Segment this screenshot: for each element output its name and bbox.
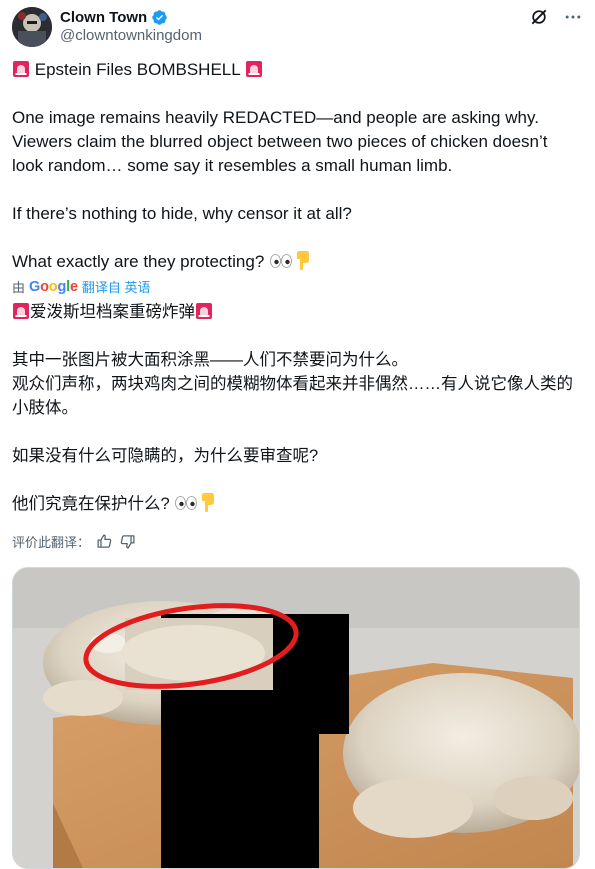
tweet-text: Epstein Files BOMBSHELL One image remain…	[12, 58, 583, 274]
siren-emoji-icon	[13, 303, 29, 319]
siren-emoji-icon	[13, 61, 29, 77]
display-name[interactable]: Clown Town	[60, 9, 147, 26]
eyes-emoji-icon	[175, 496, 198, 510]
verified-badge-icon	[152, 9, 167, 25]
tweet-paragraph-1: One image remains heavily REDACTED—and p…	[12, 108, 553, 175]
translation-prefix: 由	[12, 280, 26, 295]
redacted-photo	[13, 568, 579, 868]
translation-bar: 由 Google 翻译自 英语	[12, 277, 150, 296]
rate-translation-bar: 评价此翻译：	[12, 532, 136, 551]
tweet-paragraph-2: If there’s nothing to hide, why censor i…	[12, 204, 352, 223]
avatar[interactable]	[12, 7, 52, 47]
translated-text: 爱泼斯坦档案重磅炸弹 其中一张图片被大面积涂黑——人们不禁要问为什么。 观众们声…	[12, 300, 583, 516]
siren-emoji-icon	[245, 61, 262, 77]
rate-translation-label: 评价此翻译：	[12, 535, 91, 550]
tweet-header: Clown Town @clowntownkingdom	[12, 4, 583, 47]
thumbs-down-icon[interactable]	[119, 533, 136, 550]
translated-headline: 爱泼斯坦档案重磅炸弹	[30, 303, 195, 321]
translated-from-link[interactable]: 翻译自 英语	[82, 277, 151, 296]
thumbs-up-icon[interactable]	[96, 533, 113, 550]
handle[interactable]: @clowntownkingdom	[60, 27, 202, 44]
pointing-down-emoji-icon	[297, 251, 310, 270]
siren-emoji-icon	[196, 303, 212, 319]
pointing-down-emoji-icon	[202, 493, 215, 512]
more-icon[interactable]	[563, 7, 583, 27]
tweet-paragraph-3: What exactly are they protecting?	[12, 252, 265, 271]
grok-icon[interactable]	[529, 7, 549, 27]
google-logo: Google	[29, 278, 78, 295]
translated-paragraph-3: 他们究竟在保护什么?	[12, 495, 170, 513]
tweet-media-image[interactable]	[12, 567, 580, 869]
translated-paragraph-2: 如果没有什么可隐瞒的，为什么要审查呢?	[12, 447, 319, 465]
eyes-emoji-icon	[270, 254, 292, 268]
tweet-headline: Epstein Files BOMBSHELL	[34, 60, 241, 79]
translated-paragraph-1: 其中一张图片被大面积涂黑——人们不禁要问为什么。 观众们声称，两块鸡肉之间的模糊…	[12, 351, 573, 417]
